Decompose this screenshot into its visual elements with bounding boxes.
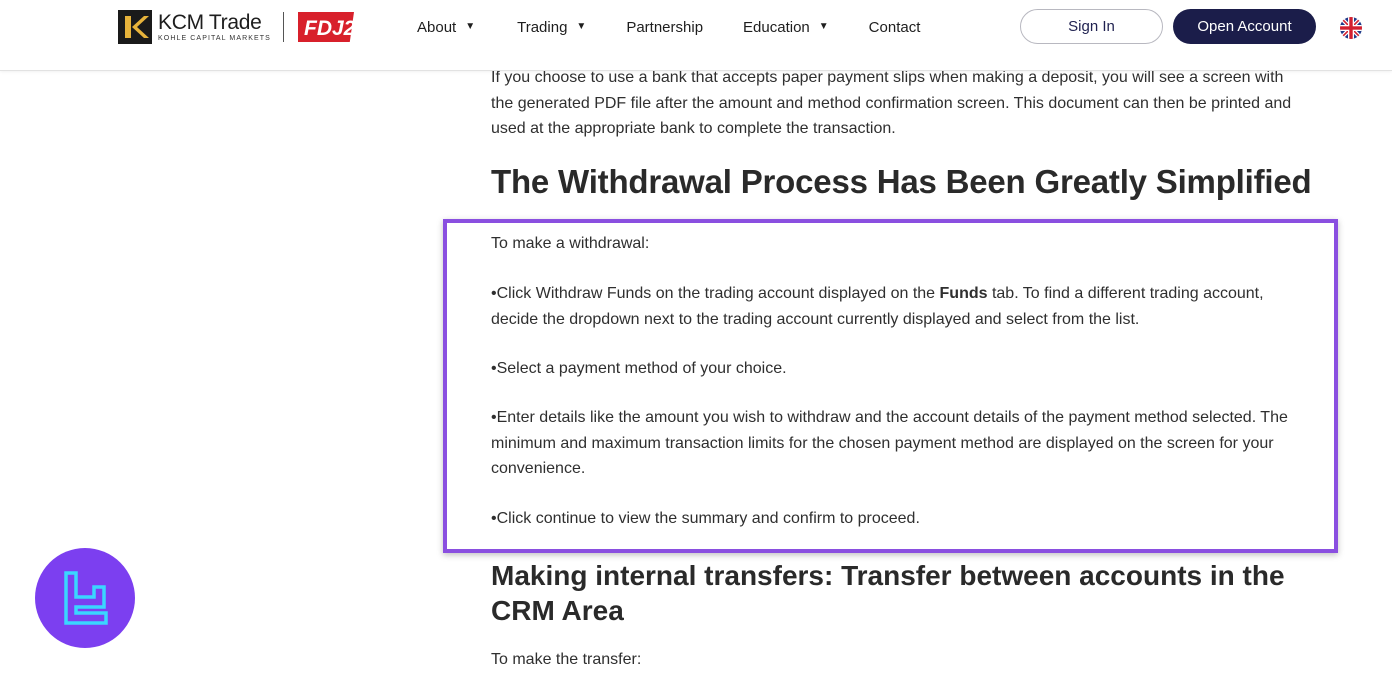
nav-trading-label: Trading xyxy=(517,18,568,36)
nav-contact-label: Contact xyxy=(868,18,921,36)
transfer-heading: Making internal transfers: Transfer betw… xyxy=(491,560,1285,626)
withdrawal-heading: The Withdrawal Process Has Been Greatly … xyxy=(491,163,1312,200)
uk-flag-graphic xyxy=(1340,17,1362,39)
caret-down-icon: ▼ xyxy=(465,21,476,32)
withdrawal-step-1: •Click Withdraw Funds on the trading acc… xyxy=(491,281,1291,332)
funds-tab-label: Funds xyxy=(939,285,988,302)
nav-partnership-label: Partnership xyxy=(626,18,704,36)
tradingfinder-logo-icon xyxy=(64,571,108,625)
withdrawal-steps-highlight xyxy=(443,219,1338,553)
transfer-intro: To make the transfer: xyxy=(491,651,642,668)
withdrawal-step-2: •Select a payment method of your choice. xyxy=(491,360,787,377)
uk-flag-icon[interactable] xyxy=(1340,17,1362,39)
nav-education[interactable]: Education ▼ xyxy=(743,19,829,36)
page: KCM Trade KOHLE CAPITAL MARKETS FDJ2 Abo… xyxy=(0,0,1392,683)
brand-subtitle: KOHLE CAPITAL MARKETS xyxy=(158,35,271,42)
brand-logo[interactable]: KCM Trade KOHLE CAPITAL MARKETS FDJ2 xyxy=(118,10,354,44)
deposit-paper-slip-paragraph: If you choose to use a bank that accepts… xyxy=(491,69,1292,137)
brand-text: KCM Trade KOHLE CAPITAL MARKETS xyxy=(158,12,271,42)
sign-in-button[interactable]: Sign In xyxy=(1020,9,1163,44)
open-account-button[interactable]: Open Account xyxy=(1173,9,1316,44)
nav-contact[interactable]: Contact xyxy=(869,19,921,36)
brand-name: KCM Trade xyxy=(158,11,262,34)
nav-trading[interactable]: Trading ▼ xyxy=(517,19,586,36)
fdj2-logo-text: FDJ2 xyxy=(304,17,354,40)
logo-divider xyxy=(282,12,284,42)
withdrawal-intro: To make a withdrawal: xyxy=(491,235,650,252)
withdrawal-step-3: •Enter details like the amount you wish … xyxy=(491,409,1288,477)
withdrawal-step-4: •Click continue to view the summary and … xyxy=(491,510,920,527)
nav-education-label: Education xyxy=(743,18,810,36)
nav-about[interactable]: About ▼ xyxy=(417,19,475,36)
tradingfinder-badge[interactable] xyxy=(35,548,135,648)
step-1-text-start: •Click Withdraw Funds on the trading acc… xyxy=(491,285,940,302)
nav-about-label: About xyxy=(417,18,457,36)
kcm-logo-icon xyxy=(118,10,152,44)
fdj2-partner-logo: FDJ2 xyxy=(297,12,354,42)
caret-down-icon: ▼ xyxy=(576,21,587,32)
site-header: KCM Trade KOHLE CAPITAL MARKETS FDJ2 Abo… xyxy=(0,0,1392,71)
caret-down-icon: ▼ xyxy=(818,21,829,32)
nav-partnership[interactable]: Partnership xyxy=(626,19,703,36)
main-nav: About ▼ Trading ▼ Partnership Education … xyxy=(417,17,920,37)
